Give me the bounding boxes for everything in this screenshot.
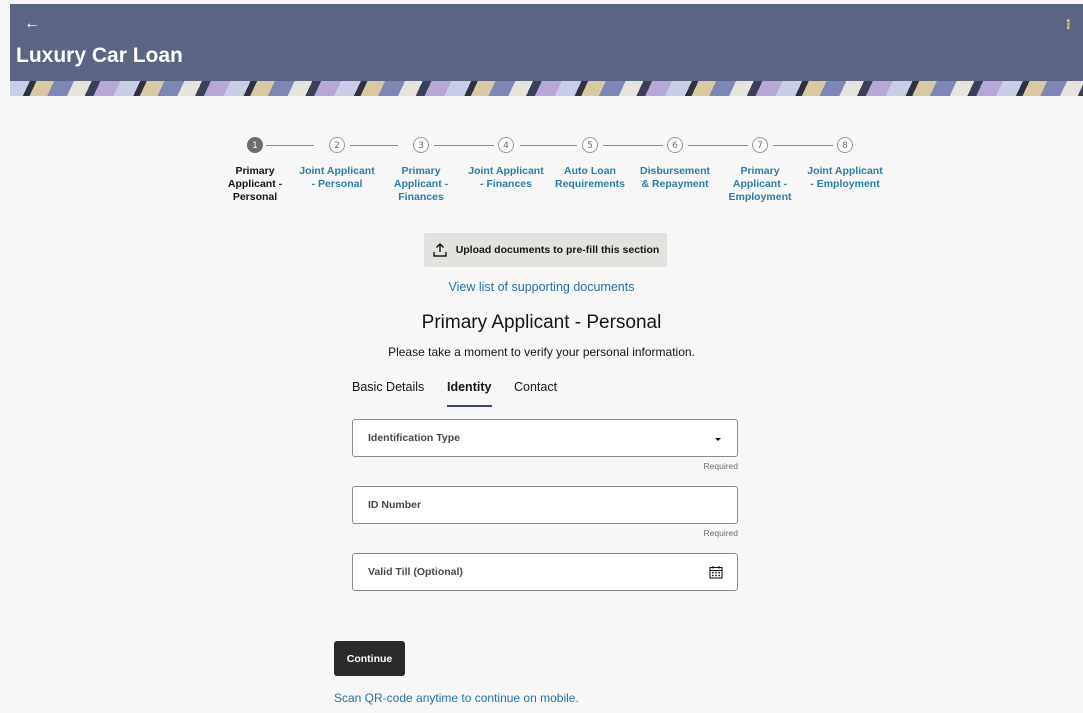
active-tab-indicator <box>447 405 492 407</box>
id-number-label: ID Number <box>368 499 422 511</box>
step-3-label[interactable]: Primary Applicant - Finances <box>373 165 469 204</box>
step-label-line: Requirements <box>554 178 626 190</box>
id-number-field[interactable]: ID Number <box>352 486 738 524</box>
step-label-line: Personal <box>232 191 278 203</box>
step-2-label[interactable]: Joint Applicant - Personal <box>289 165 385 191</box>
step-label-line: & Repayment <box>641 178 709 190</box>
step-connector <box>520 145 577 146</box>
step-connector <box>603 145 663 146</box>
step-label-line: - Personal <box>311 178 363 190</box>
step-label-line: Employment <box>728 191 792 203</box>
step-label-line: Primary <box>401 165 441 177</box>
step-label-line: Applicant - <box>732 178 788 190</box>
step-label-line: Auto Loan <box>564 165 616 177</box>
step-label-line: - Finances <box>480 178 532 190</box>
progress-stepper: 1 2 3 4 5 6 7 8 Primary Applicant - Pers… <box>0 0 1083 210</box>
step-label-line: Joint Applicant <box>807 165 883 177</box>
step-label-line: - Employment <box>810 178 880 190</box>
step-connector <box>688 145 748 146</box>
valid-till-label: Valid Till (Optional) <box>368 566 463 578</box>
step-connector <box>773 145 833 146</box>
upload-icon <box>432 243 447 257</box>
step-2-indicator[interactable]: 2 <box>329 137 345 153</box>
step-label-line: Applicant - <box>393 178 449 190</box>
step-label-line: Joint Applicant <box>299 165 375 177</box>
step-5-label[interactable]: Auto Loan Requirements <box>542 165 638 191</box>
step-7-label[interactable]: Primary Applicant - Employment <box>712 165 808 204</box>
upload-documents-button[interactable]: Upload documents to pre-fill this sectio… <box>424 233 667 267</box>
supporting-documents-link-text[interactable]: View list of supporting documents <box>449 280 635 294</box>
step-5-indicator[interactable]: 5 <box>582 137 598 153</box>
step-1-indicator[interactable]: 1 <box>247 137 263 153</box>
step-3-indicator[interactable]: 3 <box>413 137 429 153</box>
step-connector <box>350 145 398 146</box>
step-4-indicator[interactable]: 4 <box>498 137 514 153</box>
step-label-line: Primary <box>740 165 780 177</box>
step-8-label[interactable]: Joint Applicant - Employment <box>797 165 893 191</box>
id-number-required: Required <box>703 528 739 538</box>
supporting-documents-link[interactable]: View list of supporting documents <box>0 280 1083 294</box>
upload-button-label: Upload documents to pre-fill this sectio… <box>455 244 660 256</box>
scan-qr-link[interactable]: Scan QR-code anytime to continue on mobi… <box>334 691 579 705</box>
continue-button[interactable]: Continue <box>334 641 405 676</box>
step-8-indicator[interactable]: 8 <box>837 137 853 153</box>
step-4-label[interactable]: Joint Applicant - Finances <box>458 165 554 191</box>
tab-basic-details[interactable]: Basic Details <box>352 380 424 394</box>
step-7-indicator[interactable]: 7 <box>752 137 768 153</box>
valid-till-field[interactable]: Valid Till (Optional) <box>352 553 738 591</box>
step-label-line: Joint Applicant <box>468 165 544 177</box>
step-6-label[interactable]: Disbursement & Repayment <box>627 165 723 191</box>
calendar-icon[interactable] <box>709 565 723 579</box>
step-connector <box>434 145 494 146</box>
tab-contact[interactable]: Contact <box>514 380 557 394</box>
step-label-line: Disbursement <box>639 165 711 177</box>
step-6-indicator[interactable]: 6 <box>667 137 683 153</box>
caret-down-icon <box>715 438 721 441</box>
section-title: Primary Applicant - Personal <box>421 312 662 333</box>
identification-type-label: Identification Type <box>368 432 460 444</box>
identification-type-select[interactable]: Identification Type <box>352 419 738 457</box>
identification-type-required: Required <box>703 461 739 471</box>
tab-identity[interactable]: Identity <box>447 380 491 394</box>
section-subtitle: Please take a moment to verify your pers… <box>388 345 695 359</box>
step-connector <box>266 145 314 146</box>
step-label-line: Finances <box>398 191 444 203</box>
